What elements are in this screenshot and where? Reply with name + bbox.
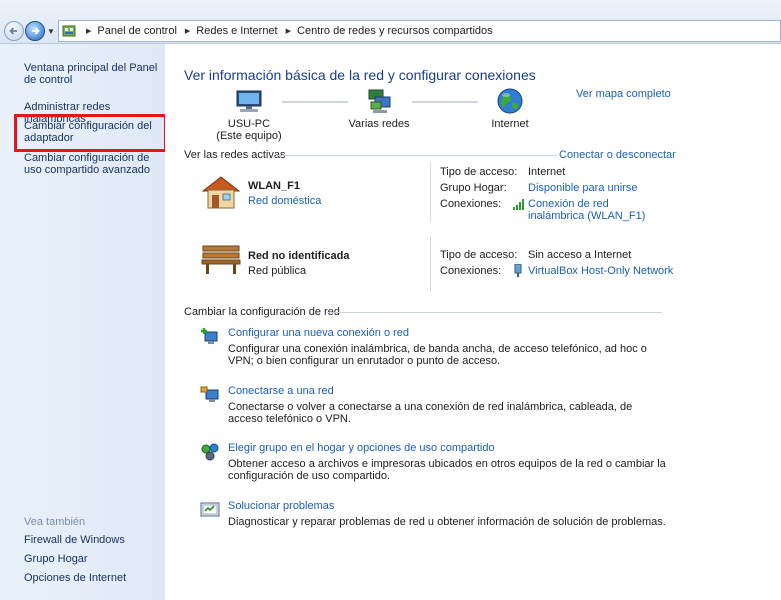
network-2-separator [430,237,431,291]
public-network-bench-icon [201,245,241,274]
internet-label: Internet [491,118,529,130]
network-1-separator [430,162,431,222]
connect-disconnect-link[interactable]: Conectar o desconectar [559,149,676,161]
network-2-connections-label: Conexiones: [440,265,502,277]
change-settings-header: Cambiar la configuración de red [184,306,340,318]
network-1-access-value: Internet [528,166,566,178]
map-connector-1 [282,101,348,103]
network-1-access-label: Tipo de acceso: [440,166,518,178]
homegroup-sharing-icon [201,443,219,461]
wireless-signal-icon [513,199,524,210]
network-2-access-value: Sin acceso a Internet [528,249,632,261]
network-1-connections-label: Conexiones: [440,198,502,210]
task-troubleshoot-link[interactable]: Solucionar problemas [228,500,334,512]
active-networks-header: Ver las redes activas [184,149,286,161]
active-networks-divider [277,155,557,156]
pc-name: USU-PC [227,118,271,130]
network-2-type: Red pública [248,265,307,277]
navigation-bar: ▼ ▶ Panel de control ▶ Redes e Internet ▶ C… [0,0,781,44]
back-button[interactable] [4,21,24,41]
task-connect-network-desc: Conectarse o volver a conectarse a una c… [228,401,633,425]
see-also-firewall[interactable]: Firewall de Windows [24,534,162,546]
task-setup-connection-link[interactable]: Configurar una nueva conexión o red [228,327,409,339]
network-1-homegroup-label: Grupo Hogar: [440,182,507,194]
main-content: Ver información básica de la red y confi… [165,44,781,600]
control-panel-icon [62,25,76,37]
sidebar-item-advanced-sharing[interactable]: Cambiar configuración de uso compartido … [24,152,162,176]
address-bar[interactable]: ▶ Panel de control ▶ Redes e Internet ▶ Cen… [58,20,781,42]
map-connector-2 [412,101,478,103]
forward-arrow-icon [32,27,40,35]
pc-subtitle: (Este equipo) [216,130,282,142]
left-task-pane: Ventana principal del Panel de control A… [0,44,167,600]
connect-network-icon [200,386,219,402]
network-1-type-link[interactable]: Red doméstica [248,195,321,207]
change-settings-divider [327,312,662,313]
network-adapter-icon [514,264,522,277]
see-also-internet-options[interactable]: Opciones de Internet [24,572,162,584]
sidebar-item-control-panel-home[interactable]: Ventana principal del Panel de control [24,62,162,86]
task-homegroup-desc: Obtener acceso a archivos e impresoras u… [228,458,666,482]
task-troubleshoot-desc: Diagnosticar y reparar problemas de red … [228,516,666,528]
task-homegroup-link[interactable]: Elegir grupo en el hogar y opciones de u… [228,442,495,454]
forward-button[interactable] [25,21,45,41]
task-setup-connection-desc: Configurar una conexión inalámbrica, de … [228,343,647,367]
network-2-access-label: Tipo de acceso: [440,249,518,261]
internet-globe-icon [497,88,523,114]
see-also-homegroup[interactable]: Grupo Hogar [24,553,162,565]
full-map-link[interactable]: Ver mapa completo [576,88,671,100]
network-1-homegroup-link[interactable]: Disponible para unirse [528,182,637,194]
network-1-connection-link[interactable]: Conexión de red inalámbrica (WLAN_F1) [528,198,668,222]
network-2-connection-link[interactable]: VirtualBox Host-Only Network [528,265,673,277]
network-1-name: WLAN_F1 [248,180,300,192]
home-network-icon [201,176,241,209]
network-2-name: Red no identificada [248,250,350,262]
page-title: Ver información básica de la red y confi… [184,67,536,83]
task-connect-network-link[interactable]: Conectarse a una red [228,385,334,397]
back-arrow-icon [9,27,17,35]
see-also-title: Vea también [24,516,86,528]
breadcrumb-control-panel[interactable]: ▶ Panel de control [82,25,181,37]
breadcrumb-network-internet[interactable]: ▶ Redes e Internet [181,25,282,37]
multiple-networks-icon [368,89,391,113]
new-connection-icon [201,328,218,344]
red-highlight-box [14,114,167,152]
networks-label: Varias redes [348,118,410,130]
computer-icon [236,90,262,112]
recent-pages-dropdown-icon[interactable]: ▼ [47,27,55,36]
troubleshoot-icon [200,502,220,517]
breadcrumb-network-center[interactable]: ▶ Centro de redes y recursos compartidos [282,25,497,37]
